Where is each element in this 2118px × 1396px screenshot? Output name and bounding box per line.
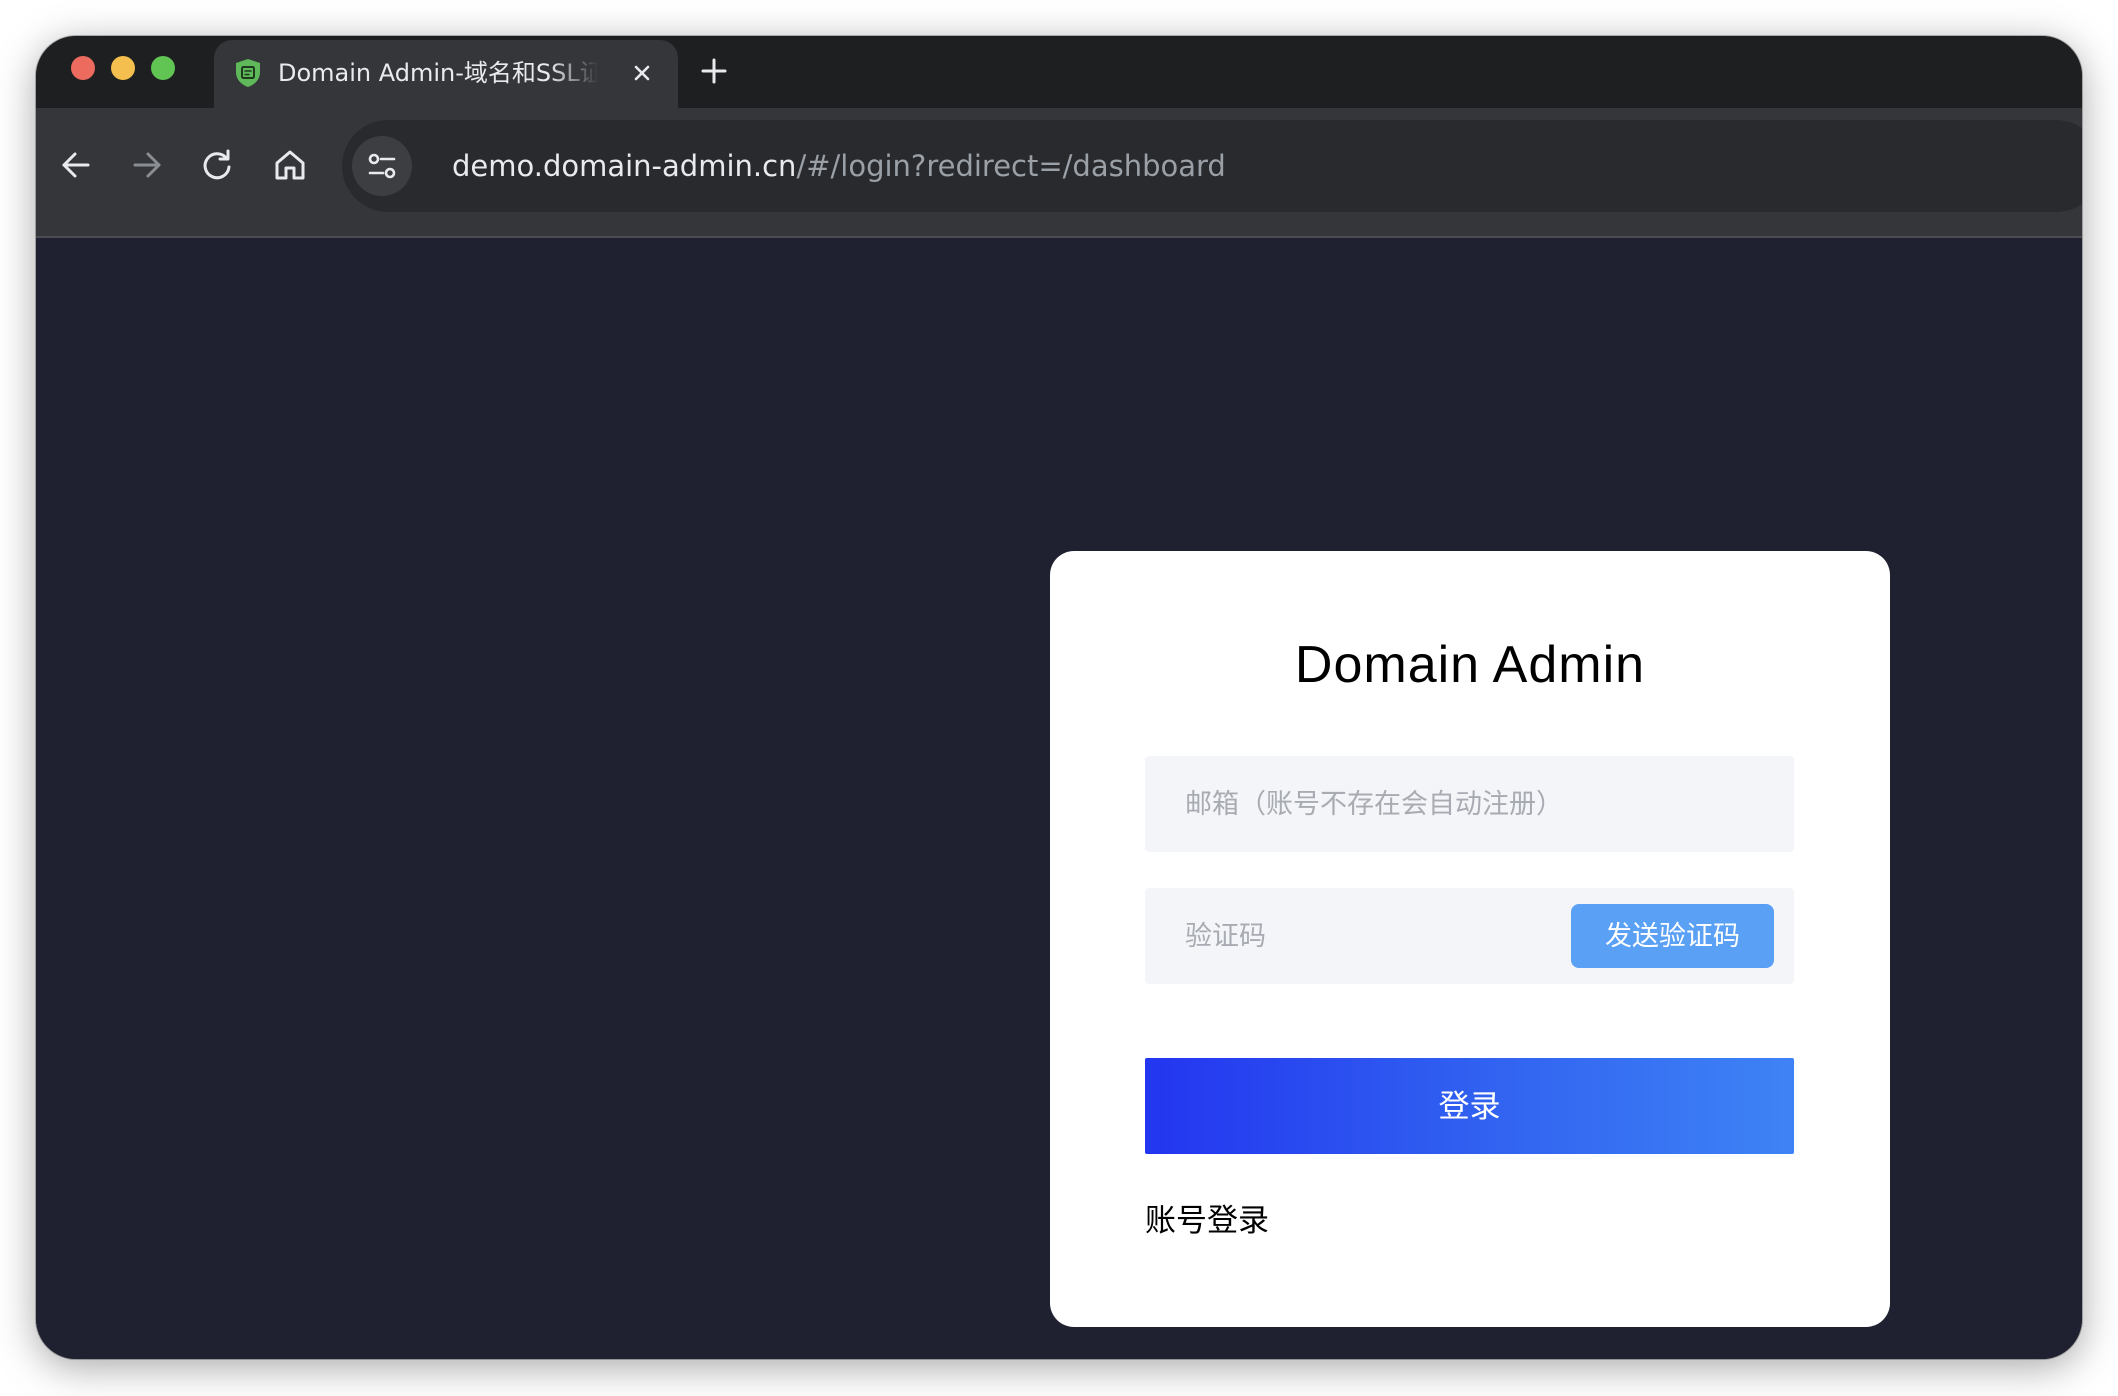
maximize-window-button[interactable]: [151, 56, 175, 80]
browser-toolbar: demo.domain-admin.cn/#/login?redirect=/d…: [36, 108, 2082, 238]
minimize-window-button[interactable]: [111, 56, 135, 80]
tab-strip: Domain Admin-域名和SSL证书: [36, 36, 2082, 112]
tune-icon: [368, 153, 396, 179]
plus-icon[interactable]: [698, 55, 730, 87]
account-login-link[interactable]: 账号登录: [1145, 1199, 1269, 1243]
url-host: demo.domain-admin.cn: [452, 149, 797, 183]
tab-title: Domain Admin-域名和SSL证书: [278, 59, 598, 87]
login-button[interactable]: 登录: [1145, 1058, 1794, 1154]
url-path: /#/login?redirect=/dashboard: [796, 149, 1226, 183]
page-title: Domain Admin: [1294, 636, 1646, 694]
email-input[interactable]: [1145, 756, 1794, 852]
shield-icon: [236, 59, 260, 87]
arrow-right-icon[interactable]: [127, 145, 167, 185]
close-window-button[interactable]: [71, 56, 95, 80]
url-text[interactable]: demo.domain-admin.cn/#/login?redirect=/d…: [452, 146, 1226, 186]
page-viewport: Domain Admin 发送验证码 登录 账号登录: [36, 238, 2082, 1359]
verification-code-input[interactable]: [1145, 888, 1545, 984]
home-icon[interactable]: [270, 145, 310, 185]
active-tab[interactable]: Domain Admin-域名和SSL证书: [214, 40, 678, 112]
email-field: [1145, 756, 1794, 852]
site-info-button[interactable]: [352, 136, 412, 196]
browser-window: Domain Admin-域名和SSL证书 demo.domain-admin.…: [36, 36, 2082, 1359]
verification-code-field: 发送验证码: [1145, 888, 1794, 984]
send-code-button[interactable]: 发送验证码: [1571, 904, 1774, 968]
close-icon[interactable]: [626, 57, 658, 89]
address-bar[interactable]: demo.domain-admin.cn/#/login?redirect=/d…: [342, 120, 2082, 212]
login-card: Domain Admin 发送验证码 登录 账号登录: [1050, 551, 1890, 1327]
arrow-left-icon[interactable]: [56, 145, 96, 185]
reload-icon[interactable]: [197, 145, 237, 185]
